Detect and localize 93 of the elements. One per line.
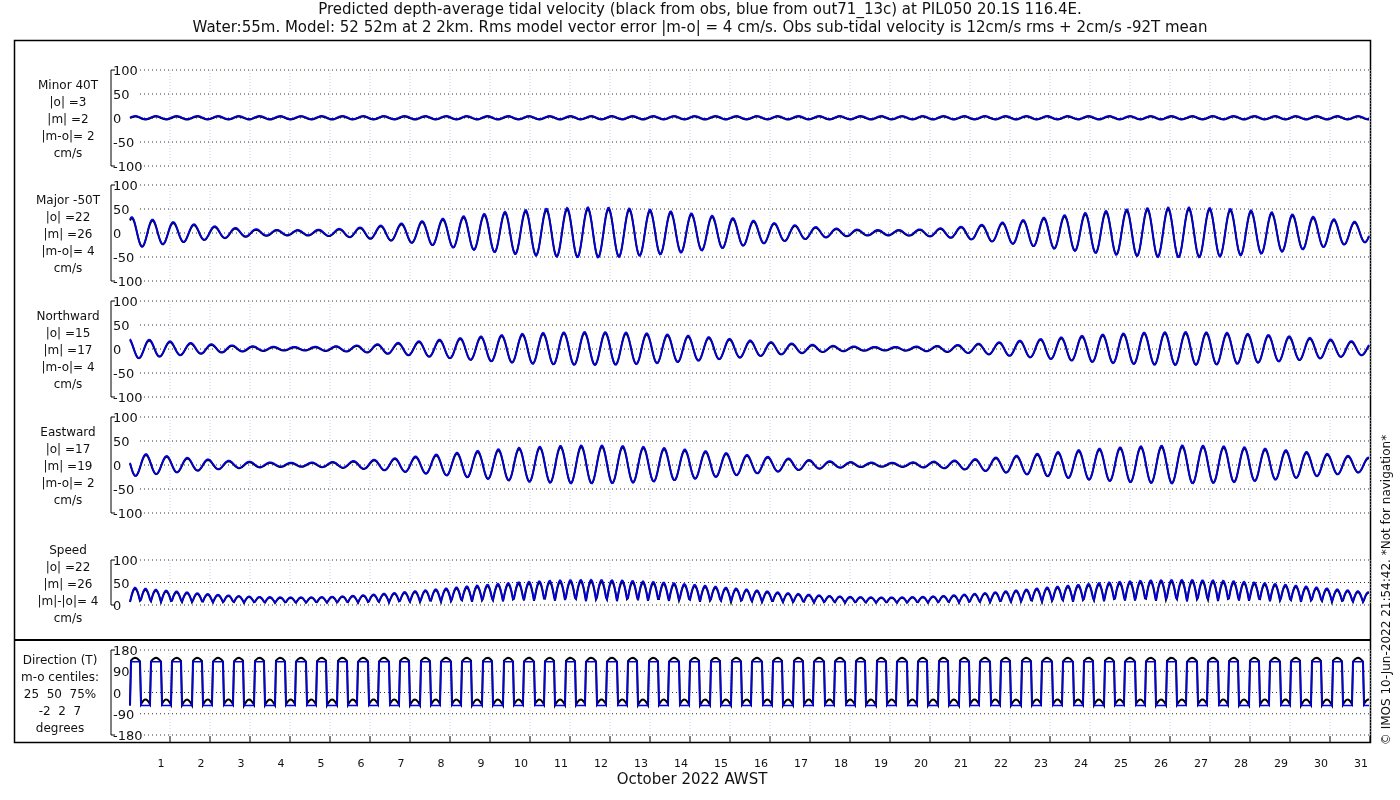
panel-label: |m-o|= 4 <box>41 244 95 258</box>
x-tick-label: 10 <box>514 757 528 770</box>
panel-label: |o| =22 <box>45 559 91 574</box>
y-tick-label: -180 <box>113 728 143 743</box>
x-tick-label: 20 <box>914 757 928 770</box>
y-tick-label: 50 <box>113 575 130 591</box>
panel-label: |m-o|= 4 <box>41 360 95 374</box>
x-tick-label: 7 <box>397 757 405 770</box>
panel-label: |m|-|o|= 4 <box>37 593 99 608</box>
y-tick-label: 0 <box>113 458 122 473</box>
x-tick-label: 31 <box>1354 757 1368 770</box>
x-tick-label: 13 <box>634 757 648 770</box>
panel-label: |m| =26 <box>43 227 93 241</box>
x-tick-label: 11 <box>554 757 568 770</box>
x-tick-label: 29 <box>1274 757 1288 770</box>
x-tick-label: 22 <box>994 757 1008 770</box>
y-tick-label: 0 <box>113 342 122 357</box>
x-tick-label: 23 <box>1034 757 1048 770</box>
panel-label: -2 2 7 <box>38 703 82 718</box>
x-tick-label: 18 <box>834 757 848 770</box>
x-tick-label: 2 <box>197 757 205 770</box>
panel-label: degrees <box>35 720 85 735</box>
panel-label: |m-o|= 2 <box>41 129 95 143</box>
panel-label: |m| =2 <box>47 112 89 126</box>
x-tick-label: 21 <box>954 757 968 770</box>
panel-label: cm/s <box>53 261 83 275</box>
panel-label: |m| =26 <box>43 576 93 591</box>
y-tick-label: 100 <box>113 410 138 425</box>
x-axis-label: October 2022 AWST <box>616 770 768 788</box>
x-tick-label: 9 <box>477 757 485 770</box>
x-tick-label: 24 <box>1074 757 1088 770</box>
x-tick-label: 19 <box>874 757 888 770</box>
panel-label: |m| =17 <box>43 343 93 357</box>
x-tick-label: 14 <box>674 757 688 770</box>
panel-label: Northward <box>36 309 100 323</box>
panel-label: cm/s <box>53 610 83 625</box>
y-tick-label: 0 <box>113 598 122 613</box>
y-tick-label: 0 <box>113 111 122 126</box>
x-tick-label: 12 <box>594 757 608 770</box>
panel-label: Minor 40T <box>38 78 98 92</box>
y-tick-label: 50 <box>113 318 130 333</box>
y-tick-label: -50 <box>113 366 135 381</box>
y-tick-label: -100 <box>113 390 143 405</box>
y-tick-label: 100 <box>113 553 138 568</box>
panel-label: |o| =22 <box>45 210 91 224</box>
y-tick-label: 50 <box>113 87 130 102</box>
x-tick-label: 26 <box>1154 757 1168 770</box>
chart-title: Water:55m. Model: 52 52m at 2 2km. Rms model vector error |m-o| = 4 cm/s. Obs sub-tidal velocity is 12cm/s rms + 2cm/s -92T mean <box>192 18 1208 36</box>
y-tick-label: 100 <box>113 294 138 309</box>
y-tick-label: 90 <box>113 664 130 680</box>
y-tick-label: 100 <box>113 63 138 78</box>
x-tick-label: 27 <box>1194 757 1208 770</box>
y-tick-label: -50 <box>113 250 135 265</box>
y-tick-label: 0 <box>113 226 122 241</box>
y-tick-label: 0 <box>113 685 122 701</box>
x-tick-label: 16 <box>754 757 768 770</box>
x-tick-label: 30 <box>1314 757 1328 770</box>
x-tick-label: 8 <box>437 757 445 770</box>
panel-label: Major -50T <box>35 193 101 207</box>
panel-label: Speed <box>49 542 87 557</box>
x-tick-label: 5 <box>317 757 325 770</box>
panel-label: Direction (T) <box>22 652 98 667</box>
x-tick-label: 17 <box>794 757 808 770</box>
y-tick-label: -50 <box>113 482 135 497</box>
y-tick-label: -100 <box>113 506 143 521</box>
panel-label: |o| =17 <box>45 442 91 456</box>
y-tick-label: 50 <box>113 202 130 217</box>
y-tick-label: -100 <box>113 274 143 289</box>
x-tick-label: 3 <box>237 757 245 770</box>
panel-label: |o| =3 <box>49 95 87 109</box>
panel-label: |o| =15 <box>45 326 91 340</box>
x-tick-label: 1 <box>157 757 165 770</box>
chart-title: Predicted depth-average tidal velocity (black from obs, blue from out71_13c) at PIL050 20.1S 116.4E. <box>318 0 1082 18</box>
y-tick-label: 50 <box>113 434 130 449</box>
panel-label: Eastward <box>40 425 96 439</box>
x-tick-label: 6 <box>357 757 365 770</box>
panel-label: cm/s <box>53 493 83 507</box>
y-tick-label: 100 <box>113 178 138 193</box>
y-tick-label: -100 <box>113 159 143 174</box>
panel-label: |m-o|= 2 <box>41 476 95 490</box>
panel-label: cm/s <box>53 377 83 391</box>
panel-label: |m| =19 <box>43 459 93 473</box>
x-tick-label: 4 <box>277 757 285 770</box>
x-tick-label: 25 <box>1114 757 1128 770</box>
y-tick-label: 180 <box>113 643 138 658</box>
x-tick-label: 15 <box>714 757 728 770</box>
y-tick-label: -90 <box>113 706 135 722</box>
x-tick-label: 28 <box>1234 757 1248 770</box>
y-tick-label: -50 <box>113 135 135 150</box>
panel-label: m-o centiles: <box>21 669 99 684</box>
panel-label: cm/s <box>53 146 83 160</box>
credit-text: © IMOS 10-Jun-2022 21:54:42. *Not for navigation* <box>1379 434 1393 746</box>
panel-label: 25 50 75% <box>23 686 97 701</box>
